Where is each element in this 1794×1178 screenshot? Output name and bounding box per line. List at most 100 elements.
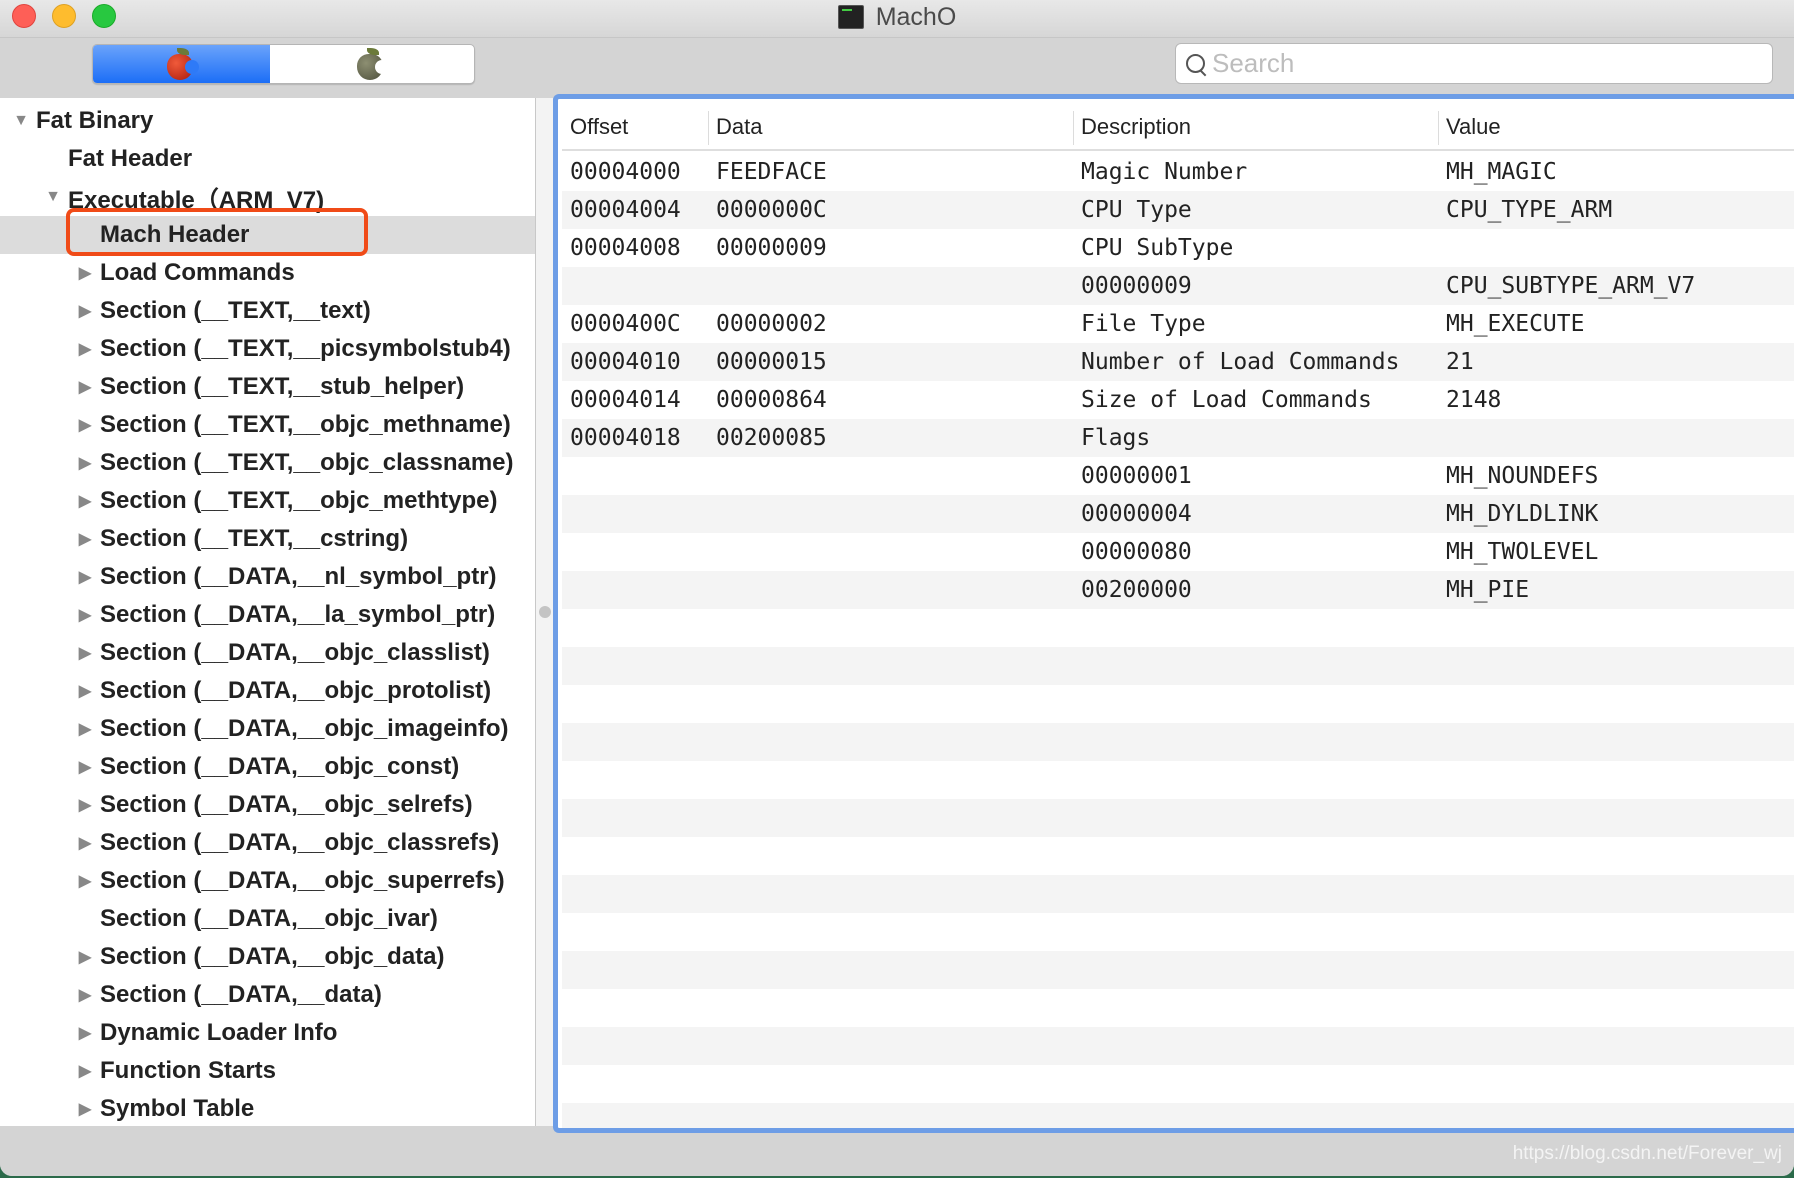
- search-input[interactable]: [1212, 48, 1752, 79]
- disclosure-triangle-right-icon[interactable]: ▶: [74, 938, 96, 976]
- column-header-description[interactable]: Description: [1073, 103, 1191, 151]
- tree-item[interactable]: Section (__DATA,__objc_ivar): [0, 900, 535, 938]
- disclosure-triangle-right-icon[interactable]: ▶: [74, 976, 96, 1014]
- disclosure-triangle-right-icon[interactable]: ▶: [74, 672, 96, 710]
- disclosure-triangle-down-icon[interactable]: ▼: [10, 102, 32, 140]
- splitter-handle[interactable]: [539, 606, 551, 618]
- disclosure-triangle-right-icon[interactable]: ▶: [74, 444, 96, 482]
- tree-item[interactable]: ▶ Function Starts: [0, 1052, 535, 1090]
- table-row[interactable]: 00000009 CPU_SUBTYPE_ARM_V7: [562, 267, 1794, 305]
- tree-item-label: Fat Binary: [36, 107, 154, 134]
- disclosure-triangle-right-icon[interactable]: ▶: [74, 862, 96, 900]
- tree-item[interactable]: ▶ Section (__DATA,__objc_data): [0, 938, 535, 976]
- disclosure-triangle-right-icon[interactable]: ▶: [74, 254, 96, 292]
- segment-red-apple[interactable]: [93, 45, 271, 83]
- empty-table-row[interactable]: [562, 913, 1794, 951]
- disclosure-triangle-right-icon[interactable]: ▶: [74, 634, 96, 672]
- empty-table-row[interactable]: [562, 609, 1794, 647]
- tree-item[interactable]: ▶ Section (__DATA,__data): [0, 976, 535, 1014]
- table-row[interactable]: 00000080 MH_TWOLEVEL: [562, 533, 1794, 571]
- empty-table-row[interactable]: [562, 761, 1794, 799]
- empty-table-row[interactable]: [562, 951, 1794, 989]
- empty-table-row[interactable]: [562, 989, 1794, 1027]
- empty-table-row[interactable]: [562, 875, 1794, 913]
- cell-offset: 00004010: [570, 349, 681, 375]
- tree-item[interactable]: ▶ Dynamic Loader Info: [0, 1014, 535, 1052]
- empty-table-row[interactable]: [562, 1103, 1794, 1128]
- tree-item[interactable]: ▶ Section (__DATA,__objc_superrefs): [0, 862, 535, 900]
- empty-table-row[interactable]: [562, 1065, 1794, 1103]
- disclosure-triangle-right-icon[interactable]: ▶: [74, 330, 96, 368]
- empty-table-row[interactable]: [562, 799, 1794, 837]
- empty-table-row[interactable]: [562, 1027, 1794, 1065]
- disclosure-triangle-right-icon[interactable]: ▶: [74, 558, 96, 596]
- tree-item[interactable]: ▶ Section (__DATA,__objc_protolist): [0, 672, 535, 710]
- tree-item[interactable]: Fat Header: [0, 140, 535, 178]
- tree-item-label: Section (__DATA,__data): [100, 981, 382, 1008]
- column-header-data[interactable]: Data: [708, 103, 762, 151]
- cell-value: MH_DYLDLINK: [1446, 501, 1599, 527]
- disclosure-triangle-right-icon[interactable]: ▶: [74, 406, 96, 444]
- disclosure-triangle-right-icon[interactable]: ▶: [74, 1052, 96, 1090]
- table-row[interactable]: 00200000 MH_PIE: [562, 571, 1794, 609]
- tree-item[interactable]: ▼ Executable（ARM_V7): [0, 178, 535, 216]
- tree-item[interactable]: ▶ Section (__DATA,__nl_symbol_ptr): [0, 558, 535, 596]
- tree-item[interactable]: ▶ Section (__TEXT,__objc_methname): [0, 406, 535, 444]
- table-row[interactable]: 00004010 00000015 Number of Load Commands 2…: [562, 343, 1794, 381]
- table-row[interactable]: 00000004 MH_DYLDLINK: [562, 495, 1794, 533]
- disclosure-triangle-right-icon[interactable]: ▶: [74, 482, 96, 520]
- tree-item-label: Mach Header: [100, 221, 250, 248]
- table-row[interactable]: 00004004 0000000C CPU Type CPU_TYPE_ARM: [562, 191, 1794, 229]
- tree-item[interactable]: ▼ Fat Binary: [0, 102, 535, 140]
- empty-table-row[interactable]: [562, 723, 1794, 761]
- column-header-value[interactable]: Value: [1438, 103, 1501, 151]
- tree-item-label: Section (__TEXT,__objc_classname): [100, 449, 514, 476]
- table-row[interactable]: 00004000 FEEDFACE Magic Number MH_MAGIC: [562, 153, 1794, 191]
- disclosure-triangle-right-icon[interactable]: ▶: [74, 786, 96, 824]
- tree-item[interactable]: ▶ Load Commands: [0, 254, 535, 292]
- cell-description: 00200000: [1081, 577, 1192, 603]
- disclosure-triangle-right-icon[interactable]: ▶: [74, 292, 96, 330]
- disclosure-triangle-right-icon[interactable]: ▶: [74, 748, 96, 786]
- table-row[interactable]: 00004008 00000009 CPU SubType: [562, 229, 1794, 267]
- tree-item-label: Section (__DATA,__objc_ivar): [100, 905, 438, 932]
- tree-item[interactable]: ▶ Section (__TEXT,__text): [0, 292, 535, 330]
- cell-data: 00000015: [716, 349, 827, 375]
- tree-item[interactable]: ▶ Section (__DATA,__objc_selrefs): [0, 786, 535, 824]
- empty-table-row[interactable]: [562, 647, 1794, 685]
- detail-table: Offset Data Description Value 00004000 FE…: [553, 94, 1794, 1133]
- disclosure-triangle-right-icon[interactable]: ▶: [74, 1090, 96, 1126]
- disclosure-triangle-right-icon[interactable]: ▶: [74, 368, 96, 406]
- table-row[interactable]: 00004018 00200085 Flags: [562, 419, 1794, 457]
- tree-item[interactable]: ▶ Section (__TEXT,__objc_methtype): [0, 482, 535, 520]
- column-header-offset[interactable]: Offset: [562, 103, 628, 151]
- segment-gray-apple[interactable]: [270, 45, 474, 83]
- tree-item[interactable]: ▶ Symbol Table: [0, 1090, 535, 1126]
- disclosure-triangle-right-icon[interactable]: ▶: [74, 520, 96, 558]
- empty-table-row[interactable]: [562, 685, 1794, 723]
- disclosure-triangle-right-icon[interactable]: ▶: [74, 710, 96, 748]
- tree-item[interactable]: Mach Header: [0, 216, 535, 254]
- tree-item[interactable]: ▶ Section (__TEXT,__stub_helper): [0, 368, 535, 406]
- table-row[interactable]: 00004014 00000864 Size of Load Commands 214…: [562, 381, 1794, 419]
- search-field[interactable]: [1175, 43, 1773, 84]
- disclosure-triangle-down-icon[interactable]: ▼: [42, 178, 64, 216]
- pane-splitter[interactable]: [536, 98, 553, 1126]
- tree-item[interactable]: ▶ Section (__DATA,__la_symbol_ptr): [0, 596, 535, 634]
- cell-value: CPU_SUBTYPE_ARM_V7: [1446, 273, 1696, 299]
- empty-table-row[interactable]: [562, 837, 1794, 875]
- tree-item[interactable]: ▶ Section (__DATA,__objc_classrefs): [0, 824, 535, 862]
- tree-item[interactable]: ▶ Section (__DATA,__objc_imageinfo): [0, 710, 535, 748]
- tree-item[interactable]: ▶ Section (__DATA,__objc_const): [0, 748, 535, 786]
- disclosure-triangle-right-icon[interactable]: ▶: [74, 824, 96, 862]
- disclosure-triangle-right-icon[interactable]: ▶: [74, 596, 96, 634]
- disclosure-triangle-right-icon[interactable]: ▶: [74, 1014, 96, 1052]
- tree-item[interactable]: ▶ Section (__TEXT,__cstring): [0, 520, 535, 558]
- tree-item[interactable]: ▶ Section (__TEXT,__picsymbolstub4): [0, 330, 535, 368]
- tree-item[interactable]: ▶ Section (__DATA,__objc_classlist): [0, 634, 535, 672]
- tree-item[interactable]: ▶ Section (__TEXT,__objc_classname): [0, 444, 535, 482]
- structure-tree[interactable]: ▼ Fat Binary Fat Header ▼ Executable（ARM_V7)…: [0, 98, 536, 1126]
- cell-offset: 00004014: [570, 387, 681, 413]
- table-row[interactable]: 0000400C 00000002 File Type MH_EXECUTE: [562, 305, 1794, 343]
- table-row[interactable]: 00000001 MH_NOUNDEFS: [562, 457, 1794, 495]
